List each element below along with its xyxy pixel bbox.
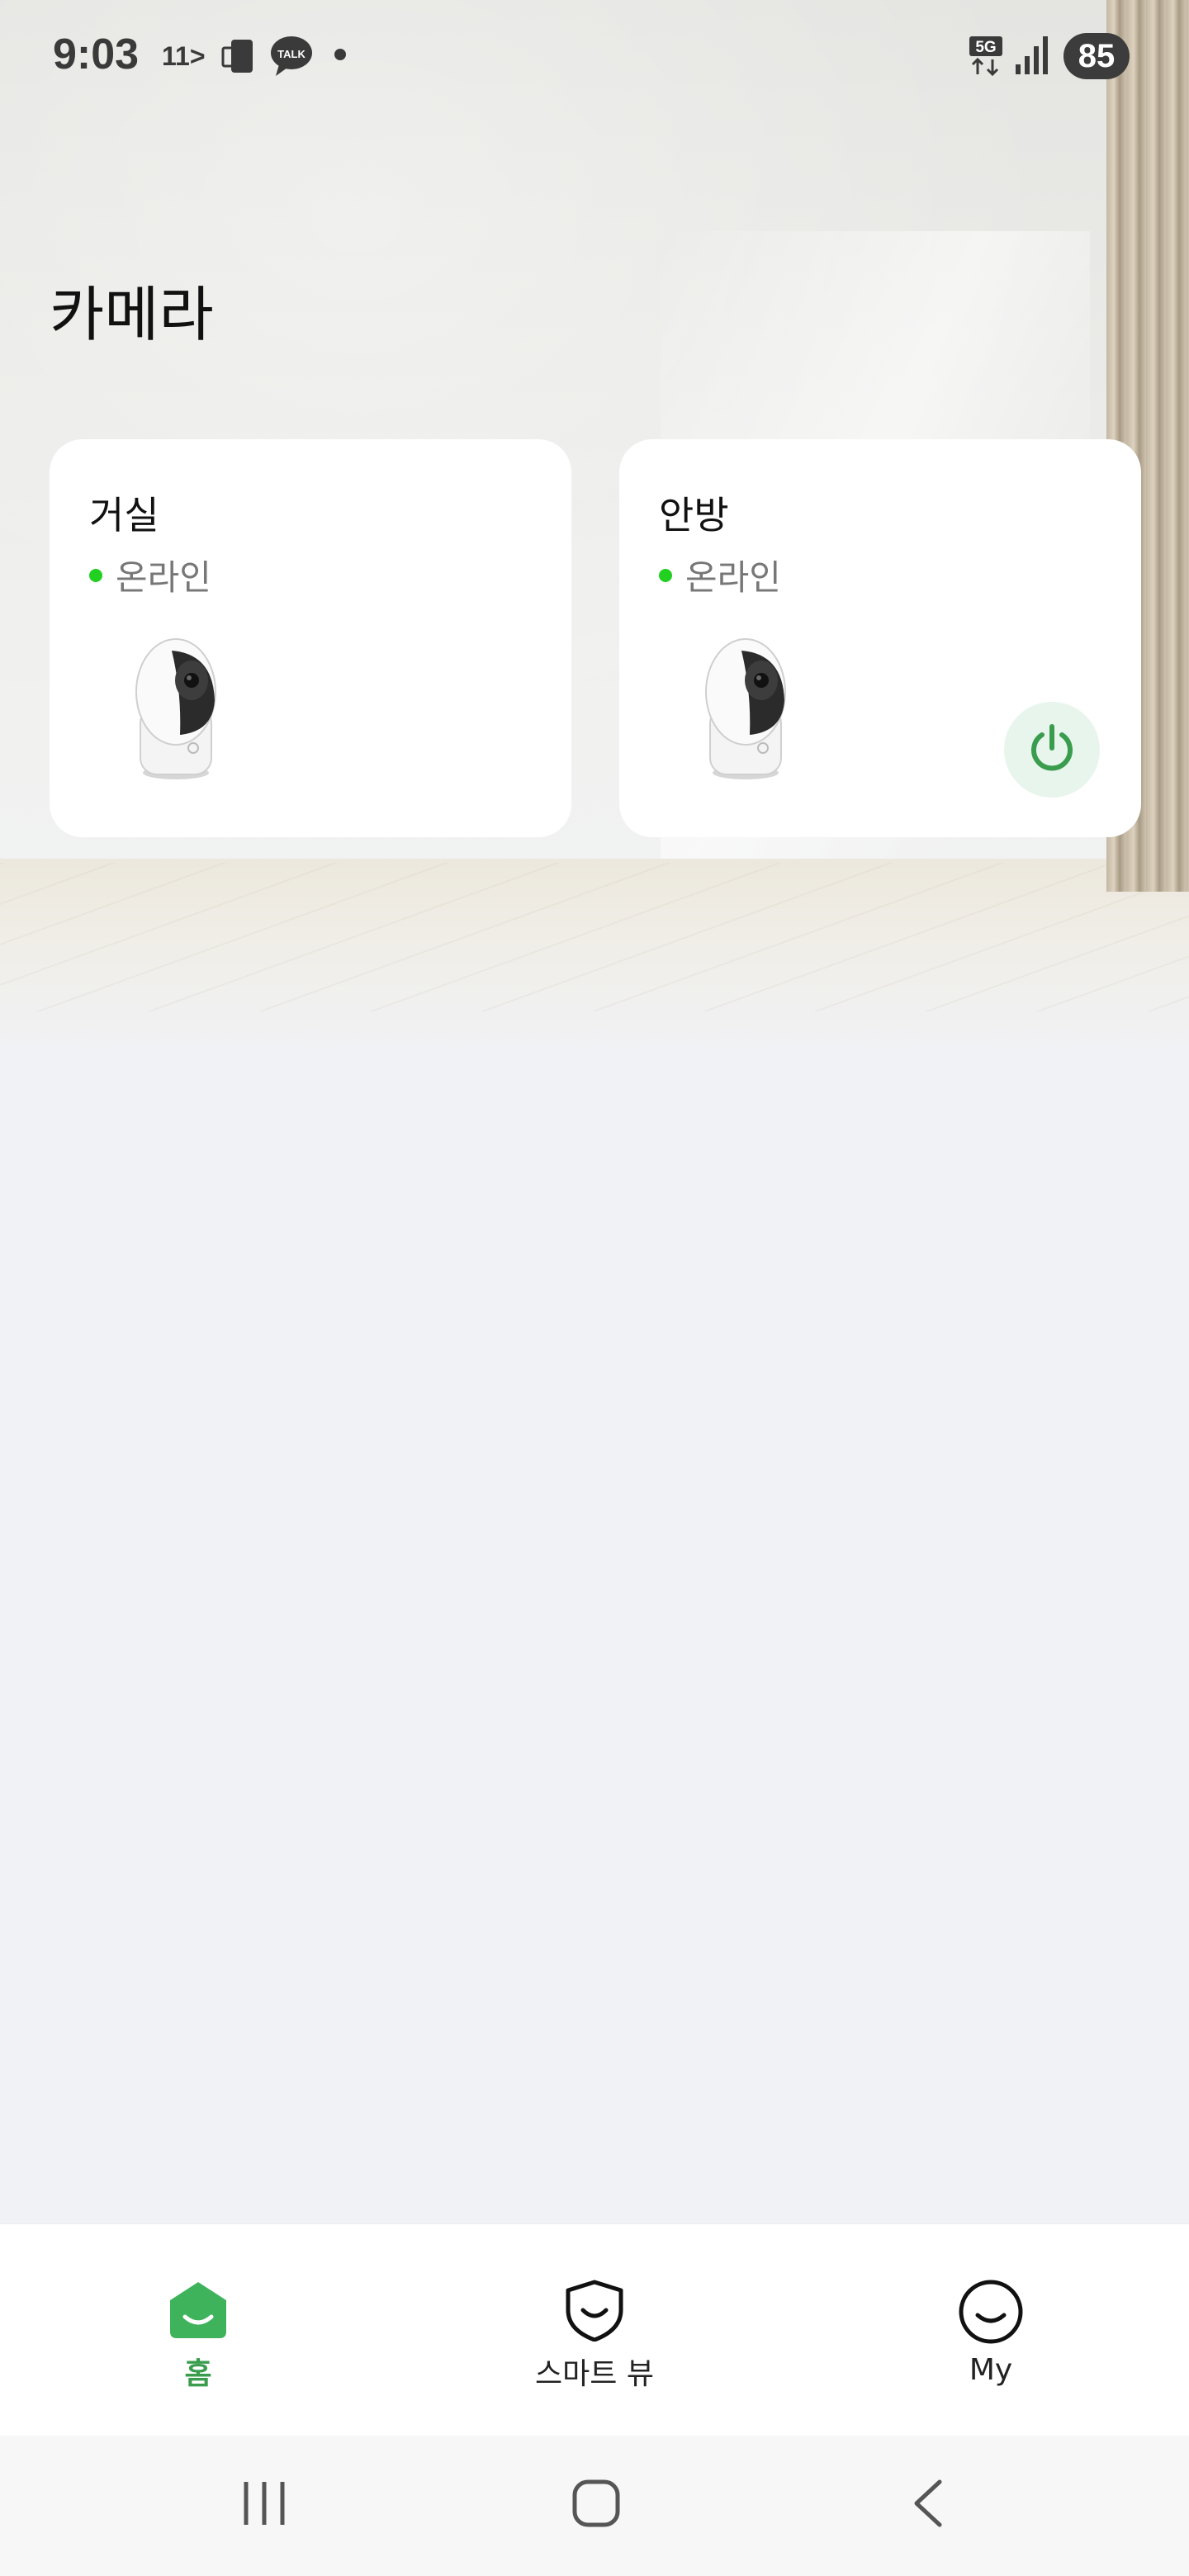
floor-texture [0, 863, 1189, 1011]
power-icon [1026, 722, 1078, 778]
home-icon [74, 2279, 322, 2342]
nav-item-smart-view[interactable]: 스마트 뷰 [471, 2279, 718, 2393]
system-navigation-bar [0, 2436, 1189, 2576]
nav-label-home: 홈 [184, 2357, 212, 2391]
back-icon[interactable] [908, 2477, 950, 2533]
status-time: 9:03 [53, 31, 140, 78]
battery-indicator: 85 [1063, 33, 1130, 79]
nav-item-home[interactable]: 홈 [74, 2279, 322, 2393]
camera-device-image [130, 634, 221, 783]
camera-name: 거실 [89, 493, 159, 537]
camera-status: 온라인 [659, 550, 781, 600]
camera-card-living-room[interactable]: 거실 온라인 [50, 439, 571, 837]
smile-icon [867, 2279, 1115, 2345]
camera-status: 온라인 [89, 550, 211, 600]
recent-apps-icon[interactable] [239, 2477, 289, 2533]
carrier-badge: 11> [162, 41, 206, 71]
nav-item-my[interactable]: My [867, 2279, 1115, 2387]
bottom-navigation: 홈 스마트 뷰 My [0, 2223, 1189, 2436]
5g-data-icon: 5G [968, 35, 1004, 82]
camera-name: 안방 [659, 493, 729, 537]
signal-icon [1014, 35, 1050, 80]
page-title: 카메라 [50, 280, 214, 349]
status-bar: 9:03 11> TALK 5G 85 [0, 0, 1189, 112]
nav-label-smart-view: 스마트 뷰 [535, 2357, 654, 2391]
kakaotalk-label: TALK [277, 48, 306, 60]
shield-icon [471, 2279, 718, 2342]
phone-link-icon [221, 36, 261, 82]
notification-dot-icon [334, 48, 347, 65]
camera-device-image [700, 634, 791, 783]
home-button-icon[interactable] [570, 2477, 623, 2533]
nav-label-my: My [969, 2353, 1013, 2387]
network-label: 5G [975, 39, 996, 56]
camera-status-label: 온라인 [685, 557, 781, 598]
online-dot-icon [89, 568, 102, 582]
online-dot-icon [659, 568, 672, 582]
camera-status-label: 온라인 [116, 557, 211, 598]
power-button[interactable] [1004, 702, 1100, 798]
camera-card-bedroom[interactable]: 안방 온라인 [619, 439, 1141, 837]
kakaotalk-icon: TALK [269, 35, 314, 82]
